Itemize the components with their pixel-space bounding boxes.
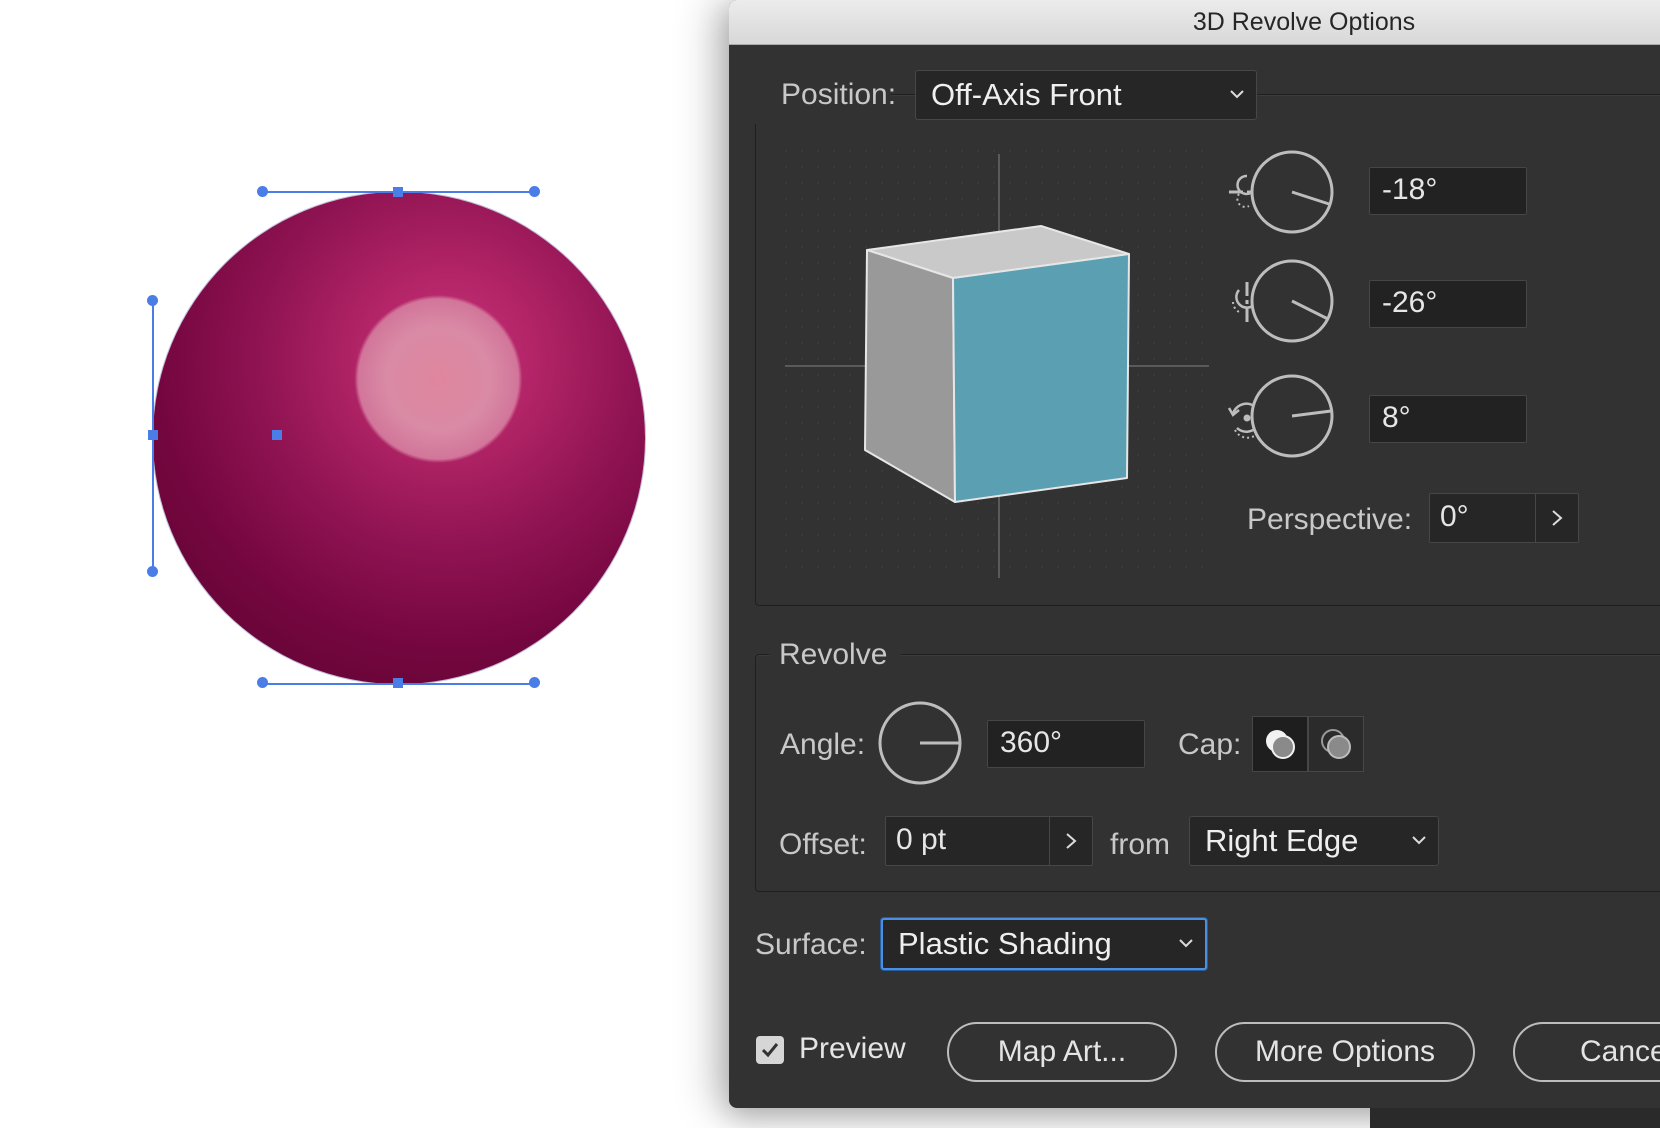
angle-field[interactable]: 360° [987,720,1145,768]
selection-handle[interactable] [148,430,158,440]
dialog-title: 3D Revolve Options [1192,8,1416,36]
background-window-edge [1370,1108,1660,1128]
revolved-sphere[interactable] [153,192,645,684]
z-rotation-dial[interactable] [1249,373,1335,459]
cap-off-button[interactable] [1308,716,1364,772]
offset-value: 0 pt [896,823,947,856]
preview-label[interactable]: Preview [799,1032,906,1066]
angle-value: 360° [1000,726,1063,759]
offset-label: Offset: [779,828,867,861]
center-point [272,430,282,440]
selection-handle[interactable] [529,186,540,197]
preview-checkbox[interactable] [756,1036,784,1064]
chevron-down-icon [1412,836,1426,845]
chevron-down-icon [1230,90,1244,99]
offset-from-dropdown[interactable]: Right Edge [1189,816,1439,866]
position-label: Position: [781,78,897,111]
selection-handle[interactable] [393,678,403,688]
cancel-button[interactable]: Cance [1513,1022,1660,1082]
more-options-button[interactable]: More Options [1215,1022,1475,1082]
selection-handle[interactable] [257,186,268,197]
perspective-label: Perspective: [1247,503,1413,536]
y-rotation-value: -26° [1382,286,1438,319]
rotation-track-cube[interactable] [785,150,1209,580]
checkmark-icon [761,1043,779,1058]
cube-preview [785,150,1209,580]
surface-label: Surface: [755,928,867,961]
selection-handle[interactable] [147,295,158,306]
perspective-stepper[interactable]: 0° [1429,493,1579,543]
cap-solid-icon [1266,730,1295,759]
y-rotation-dial[interactable] [1249,258,1335,344]
perspective-slider-toggle[interactable] [1535,494,1578,542]
selection-handle[interactable] [529,677,540,688]
offset-slider-toggle[interactable] [1049,817,1092,865]
angle-dial[interactable] [877,700,963,786]
angle-label: Angle: [780,728,866,761]
offset-stepper[interactable]: 0 pt [885,816,1093,866]
map-art-button[interactable]: Map Art... [947,1022,1177,1082]
surface-value: Plastic Shading [898,926,1112,961]
z-rotation-value: 8° [1382,401,1411,434]
position-dropdown[interactable]: Off-Axis Front [915,70,1257,120]
selection-handle[interactable] [393,187,403,197]
chevron-down-icon [1179,939,1193,948]
z-rotation-field[interactable]: 8° [1369,395,1527,443]
offset-from-value: Right Edge [1205,823,1359,858]
selection-handle[interactable] [147,566,158,577]
x-rotation-value: -18° [1382,173,1438,206]
y-rotation-field[interactable]: -26° [1369,280,1527,328]
cap-hollow-icon [1321,729,1351,759]
3d-revolve-options-dialog: 3D Revolve Options Position: Off-Axis Fr… [729,0,1660,1108]
from-label: from [1110,828,1170,861]
cap-on-button[interactable] [1252,716,1308,772]
dialog-titlebar[interactable]: 3D Revolve Options [729,0,1660,45]
cap-label: Cap: [1178,728,1242,761]
revolve-title: Revolve [779,638,888,671]
position-value: Off-Axis Front [931,77,1122,112]
surface-dropdown[interactable]: Plastic Shading [881,918,1207,970]
x-rotation-dial[interactable] [1249,149,1335,235]
chevron-right-icon [1552,510,1563,526]
selection-handle[interactable] [257,677,268,688]
perspective-value: 0° [1440,500,1469,533]
x-rotation-field[interactable]: -18° [1369,167,1527,215]
chevron-right-icon [1066,833,1077,849]
artboard[interactable] [0,0,700,1128]
